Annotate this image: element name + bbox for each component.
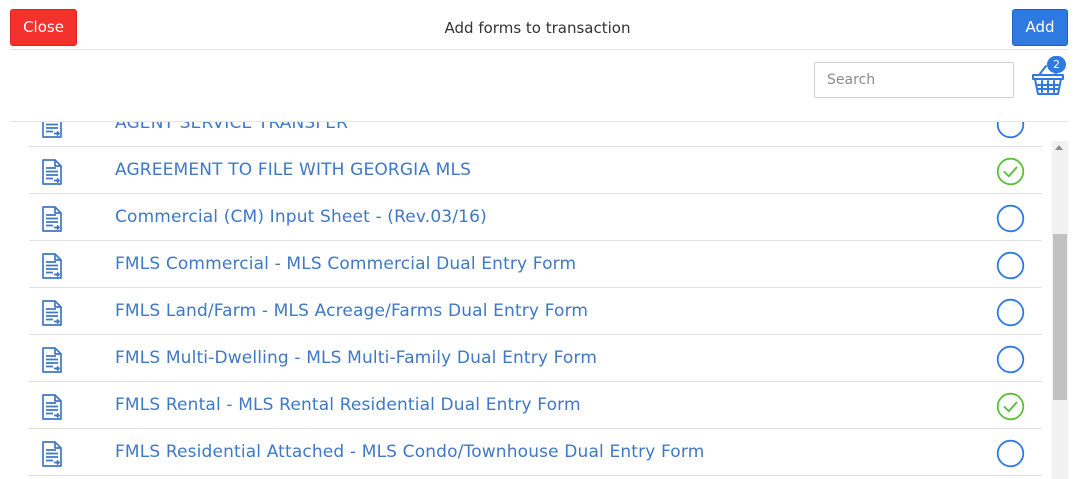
form-row[interactable]: FMLS Land/Farm - MLS Acreage/Farms Dual … <box>29 288 1042 335</box>
form-name-link[interactable]: FMLS Rental - MLS Rental Residential Dua… <box>115 395 581 415</box>
forms-list: AGENT SERVICE TRANSFER AGREEMENT TO FILE … <box>29 122 1042 479</box>
document-icon <box>40 440 64 468</box>
form-name-link[interactable]: FMLS Multi-Dwelling - MLS Multi-Family D… <box>115 348 597 368</box>
form-name-link[interactable]: FMLS Residential Attached - MLS Condo/To… <box>115 442 704 462</box>
unchecked-circle-icon[interactable] <box>996 204 1025 233</box>
form-name-link[interactable]: FMLS Commercial - MLS Commercial Dual En… <box>115 254 576 274</box>
unchecked-circle-icon[interactable] <box>996 251 1025 280</box>
scrollbar-thumb[interactable] <box>1053 234 1067 400</box>
document-icon <box>40 346 64 374</box>
cart-count-badge: 2 <box>1047 56 1066 73</box>
form-row[interactable]: FMLS Multi-Dwelling - MLS Multi-Family D… <box>29 335 1042 382</box>
scroll-up-arrow[interactable] <box>1055 145 1063 150</box>
document-icon <box>40 299 64 327</box>
form-name-link[interactable]: Commercial (CM) Input Sheet - (Rev.03/16… <box>115 207 487 227</box>
unchecked-circle-icon[interactable] <box>996 345 1025 374</box>
document-icon <box>40 252 64 280</box>
document-icon <box>40 393 64 421</box>
search-input[interactable] <box>814 62 1014 98</box>
dialog-title: Add forms to transaction <box>444 19 631 37</box>
unchecked-circle-icon[interactable] <box>996 122 1025 139</box>
form-row[interactable]: AGREEMENT TO FILE WITH GEORGIA MLS <box>29 147 1042 194</box>
document-icon <box>40 205 64 233</box>
form-name-link[interactable]: AGENT SERVICE TRANSFER <box>115 122 348 133</box>
checked-circle-icon[interactable] <box>996 157 1025 186</box>
form-name-link[interactable]: AGREEMENT TO FILE WITH GEORGIA MLS <box>115 160 471 180</box>
document-icon <box>40 122 64 139</box>
form-name-link[interactable]: FMLS Land/Farm - MLS Acreage/Farms Dual … <box>115 301 588 321</box>
header-divider <box>10 49 1068 50</box>
form-row[interactable]: AGENT SERVICE TRANSFER <box>29 122 1042 147</box>
unchecked-circle-icon[interactable] <box>996 298 1025 327</box>
add-button[interactable]: Add <box>1012 9 1068 46</box>
document-icon <box>40 158 64 186</box>
form-row[interactable]: FMLS Residential Attached - MLS Condo/To… <box>29 429 1042 476</box>
form-row[interactable]: Commercial (CM) Input Sheet - (Rev.03/16… <box>29 194 1042 241</box>
form-row[interactable]: FMLS Commercial - MLS Commercial Dual En… <box>29 241 1042 288</box>
form-row[interactable]: FMLS Rental - MLS Rental Residential Dua… <box>29 382 1042 429</box>
checked-circle-icon[interactable] <box>996 392 1025 421</box>
unchecked-circle-icon[interactable] <box>996 439 1025 468</box>
